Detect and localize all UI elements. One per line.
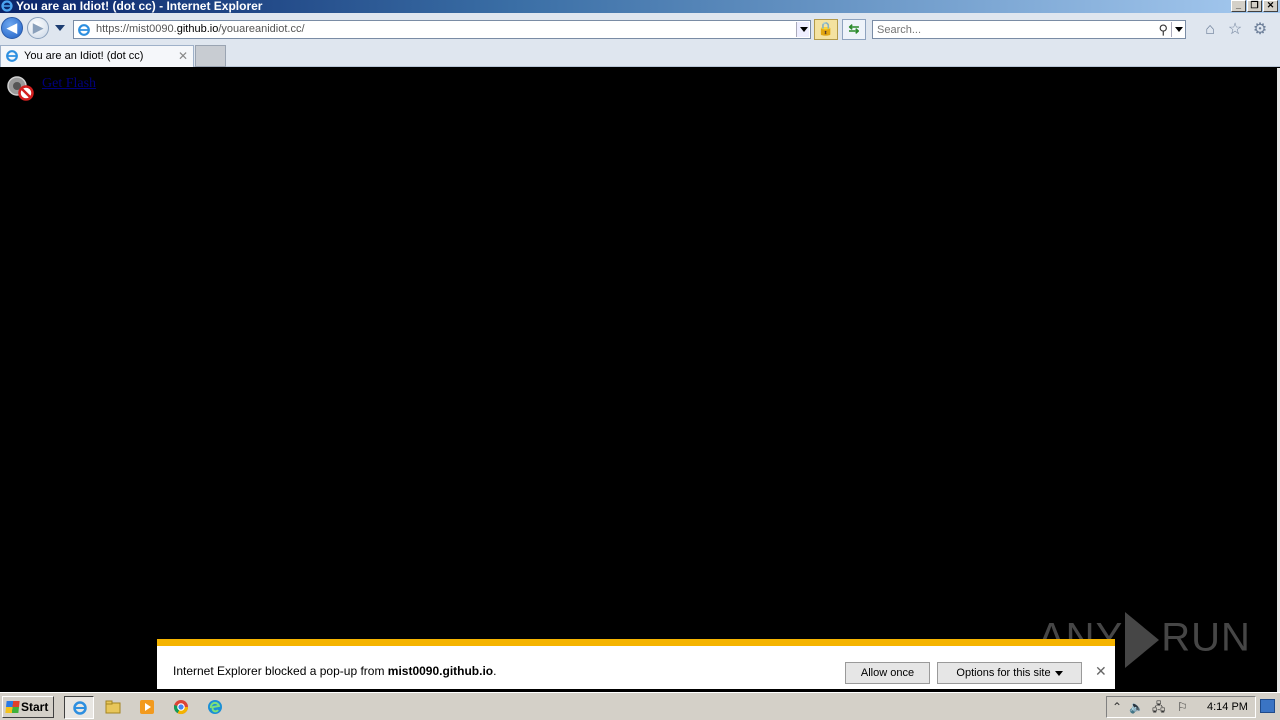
taskbar-media-player[interactable]	[132, 696, 162, 719]
taskbar-internet-explorer[interactable]	[64, 696, 94, 719]
favorites-star-icon[interactable]: ☆	[1226, 21, 1244, 39]
address-dropdown-button[interactable]	[796, 22, 809, 37]
gear-icon[interactable]: ⚙	[1251, 21, 1269, 39]
tab-active[interactable]: You are an Idiot! (dot cc) ✕	[0, 45, 194, 67]
restore-button[interactable]: ❐	[1247, 0, 1262, 12]
close-tab-icon[interactable]: ✕	[178, 49, 188, 63]
start-button[interactable]: Start	[2, 696, 54, 718]
get-flash-link[interactable]: Get Flash	[42, 76, 96, 92]
security-lock-button[interactable]: 🔒	[814, 19, 838, 40]
search-box[interactable]: ⚲	[872, 20, 1186, 39]
options-for-site-button[interactable]: Options for this site	[937, 662, 1082, 684]
network-icon[interactable]: 🖧	[1152, 700, 1165, 714]
refresh-icon: ⇆	[848, 21, 860, 36]
allow-once-button[interactable]: Allow once	[845, 662, 930, 684]
search-dropdown-button[interactable]	[1171, 22, 1184, 37]
clock[interactable]: 4:14 PM	[1207, 701, 1248, 713]
search-input[interactable]	[877, 22, 1147, 37]
back-arrow-icon: ◀	[7, 20, 17, 35]
popup-blocked-notification: Internet Explorer blocked a pop-up from …	[157, 639, 1115, 689]
forward-button[interactable]: ▶	[27, 17, 49, 39]
action-center-flag-icon[interactable]: ⚐	[1177, 700, 1188, 714]
file-explorer-icon	[105, 700, 121, 714]
chevron-down-icon	[1054, 670, 1063, 676]
forward-arrow-icon: ▶	[33, 20, 43, 35]
minimize-button[interactable]: _	[1231, 0, 1246, 12]
windows-logo-icon	[5, 701, 20, 713]
internet-explorer-icon	[1, 0, 13, 12]
window-title-bar[interactable]: You are an Idiot! (dot cc) - Internet Ex…	[0, 0, 1280, 13]
tab-strip: You are an Idiot! (dot cc) ✕	[0, 43, 1280, 67]
window-title: You are an Idiot! (dot cc) - Internet Ex…	[16, 0, 263, 13]
system-tray: ⌃ 🔈 🖧 ⚐ 4:14 PM	[1106, 696, 1256, 718]
new-tab-button[interactable]	[195, 45, 226, 67]
internet-explorer-icon	[73, 701, 87, 715]
show-hidden-icons-icon[interactable]: ⌃	[1112, 700, 1122, 714]
media-player-icon	[140, 700, 154, 714]
taskbar-chrome[interactable]	[166, 696, 196, 719]
home-icon[interactable]: ⌂	[1201, 21, 1219, 39]
recent-pages-dropdown[interactable]	[55, 25, 65, 31]
chrome-icon	[173, 700, 189, 715]
internet-explorer-icon	[6, 50, 18, 62]
play-logo-icon	[1125, 612, 1160, 668]
notification-message: Internet Explorer blocked a pop-up from …	[173, 664, 497, 678]
url-text: https://mist0090.github.io/youareanidiot…	[96, 23, 305, 35]
tab-label: You are an Idiot! (dot cc)	[24, 50, 144, 62]
close-notification-icon[interactable]: ✕	[1095, 663, 1107, 680]
show-desktop-button[interactable]	[1260, 699, 1275, 713]
internet-explorer-icon	[78, 24, 90, 36]
close-button[interactable]: ✕	[1263, 0, 1278, 12]
back-button[interactable]: ◀	[1, 17, 23, 39]
lock-icon: 🔒	[817, 21, 835, 36]
navigation-bar: ◀ ▶ https://mist0090.github.io/youareani…	[0, 13, 1280, 43]
edge-icon	[208, 700, 222, 714]
search-icon[interactable]: ⚲	[1158, 21, 1168, 38]
blocked-plugin-icon	[7, 76, 34, 101]
page-content	[0, 68, 1277, 692]
address-bar[interactable]: https://mist0090.github.io/youareanidiot…	[73, 20, 811, 39]
taskbar: Start ⌃ 🔈 🖧 ⚐ 4:14 PM	[0, 692, 1280, 720]
taskbar-edge[interactable]	[200, 696, 230, 719]
refresh-button[interactable]: ⇆	[842, 19, 866, 40]
volume-icon[interactable]: 🔈	[1129, 700, 1144, 714]
taskbar-file-explorer[interactable]	[98, 696, 128, 719]
